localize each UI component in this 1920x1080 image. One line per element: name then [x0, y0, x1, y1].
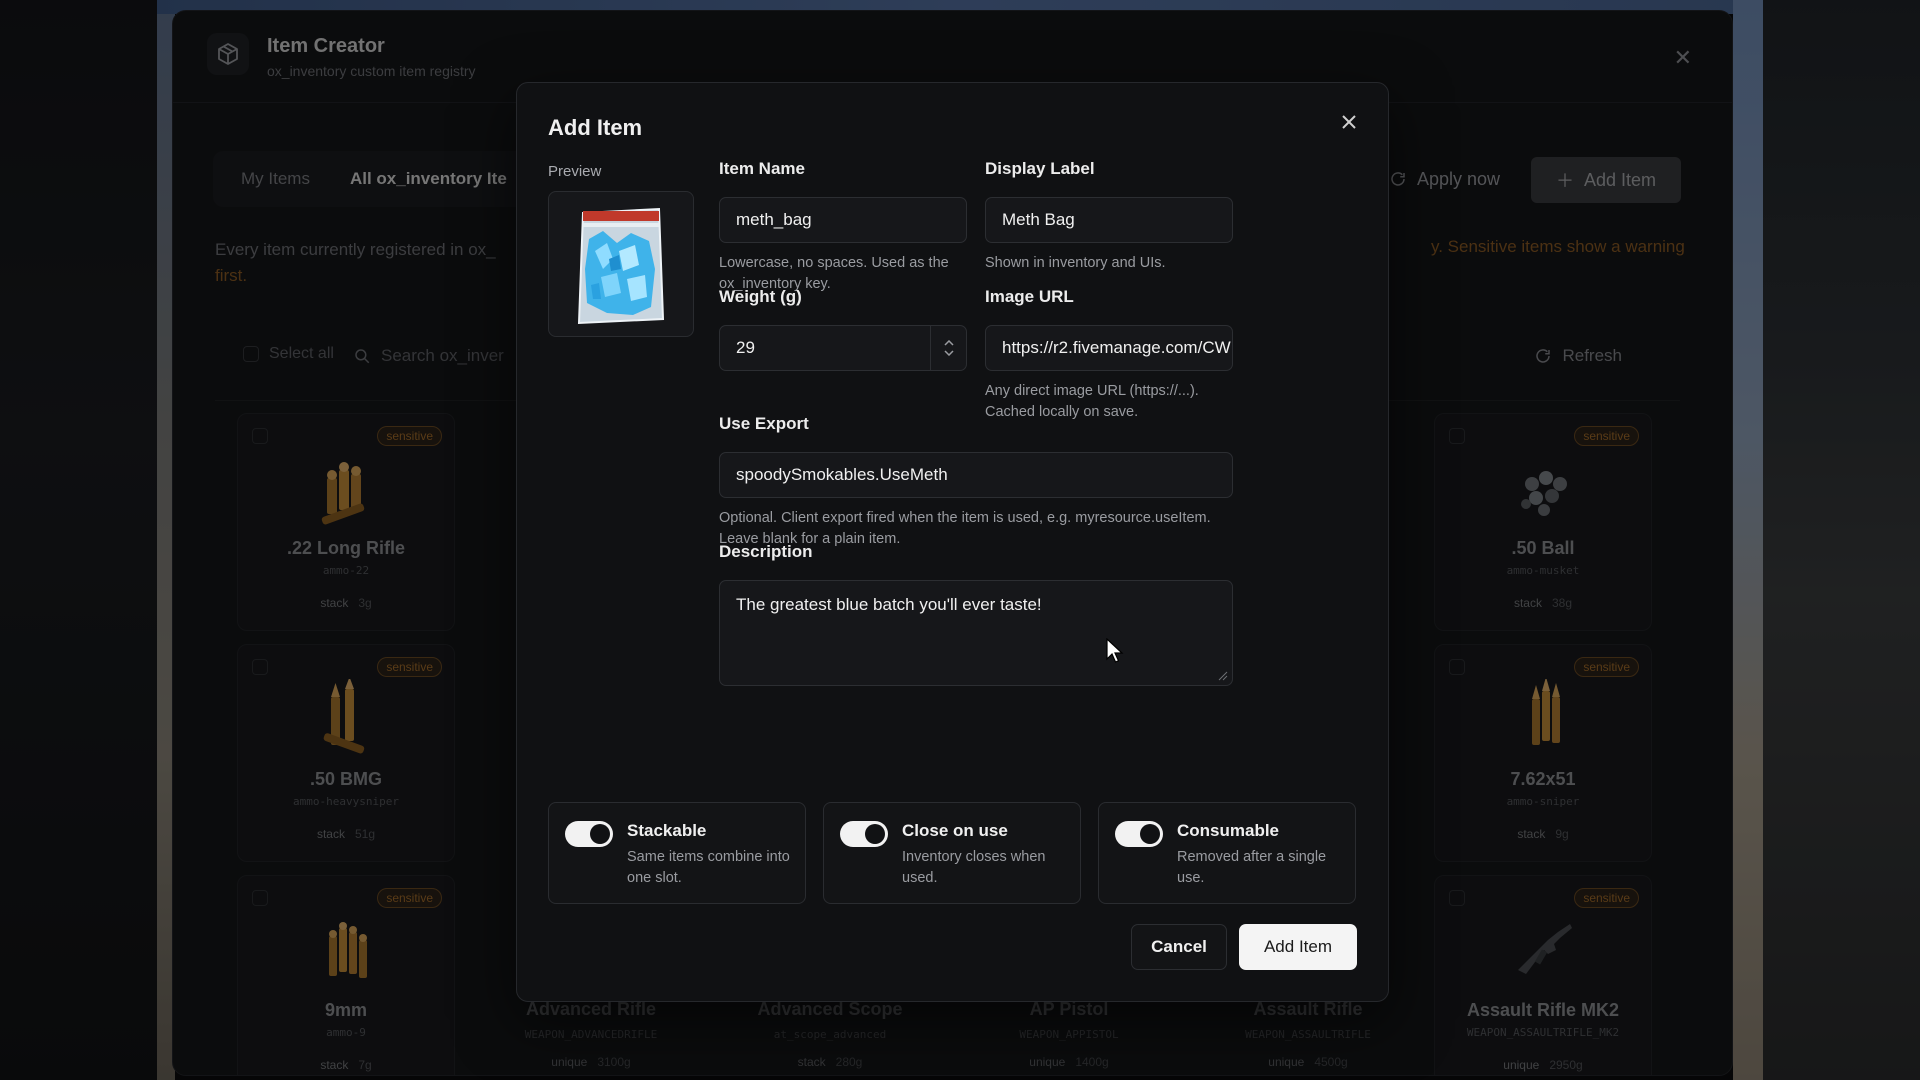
switch-knob — [1140, 824, 1160, 844]
consumable-title: Consumable — [1177, 821, 1280, 840]
meth-bag-image — [577, 207, 665, 325]
close-icon[interactable] — [1334, 107, 1364, 137]
use-export-input[interactable]: spoodySmokables.UseMeth — [719, 452, 1233, 498]
description-value: The greatest blue batch you'll ever tast… — [736, 595, 1042, 614]
item-name-input[interactable]: meth_bag — [719, 197, 967, 243]
close-on-use-desc: Inventory closes when used. — [902, 849, 1046, 886]
weight-label: Weight (g) — [719, 287, 802, 306]
consumable-switch[interactable] — [1115, 821, 1163, 847]
use-export-label: Use Export — [719, 414, 809, 433]
weight-value: 29 — [736, 338, 755, 357]
display-label-label: Display Label — [985, 159, 1095, 178]
stackable-title: Stackable — [627, 821, 707, 840]
weight-input[interactable]: 29 — [719, 325, 967, 371]
close-on-use-title: Close on use — [902, 821, 1008, 840]
preview-label: Preview — [548, 163, 602, 180]
image-url-hint: Any direct image URL (https://...). Cach… — [985, 383, 1199, 420]
chevron-down-icon[interactable] — [943, 350, 954, 356]
stackable-toggle-card[interactable]: Stackable Same items combine into one sl… — [548, 802, 806, 904]
switch-knob — [865, 824, 885, 844]
resize-handle-icon[interactable] — [1218, 671, 1228, 681]
cancel-button[interactable]: Cancel — [1131, 924, 1227, 970]
weight-stepper[interactable] — [930, 326, 966, 370]
display-label-hint: Shown in inventory and UIs. — [985, 255, 1166, 271]
item-preview — [548, 191, 694, 337]
close-on-use-switch[interactable] — [840, 821, 888, 847]
stackable-desc: Same items combine into one slot. — [627, 849, 790, 886]
image-url-label: Image URL — [985, 287, 1074, 306]
mouse-cursor-icon — [1106, 638, 1124, 663]
add-item-submit-button[interactable]: Add Item — [1239, 924, 1357, 970]
image-url-input[interactable]: https://r2.fivemanage.com/CWDu — [985, 325, 1233, 371]
stackable-switch[interactable] — [565, 821, 613, 847]
consumable-desc: Removed after a single use. — [1177, 849, 1327, 886]
description-label: Description — [719, 542, 813, 561]
add-item-modal: Add Item Preview Item Name meth_bag Lowe… — [516, 82, 1389, 1002]
close-on-use-toggle-card[interactable]: Close on use Inventory closes when used. — [823, 802, 1081, 904]
modal-title: Add Item — [548, 115, 643, 140]
description-textarea[interactable]: The greatest blue batch you'll ever tast… — [719, 580, 1233, 686]
chevron-up-icon[interactable] — [943, 340, 954, 346]
display-label-input[interactable]: Meth Bag — [985, 197, 1233, 243]
switch-knob — [590, 824, 610, 844]
consumable-toggle-card[interactable]: Consumable Removed after a single use. — [1098, 802, 1356, 904]
item-name-label: Item Name — [719, 159, 805, 178]
